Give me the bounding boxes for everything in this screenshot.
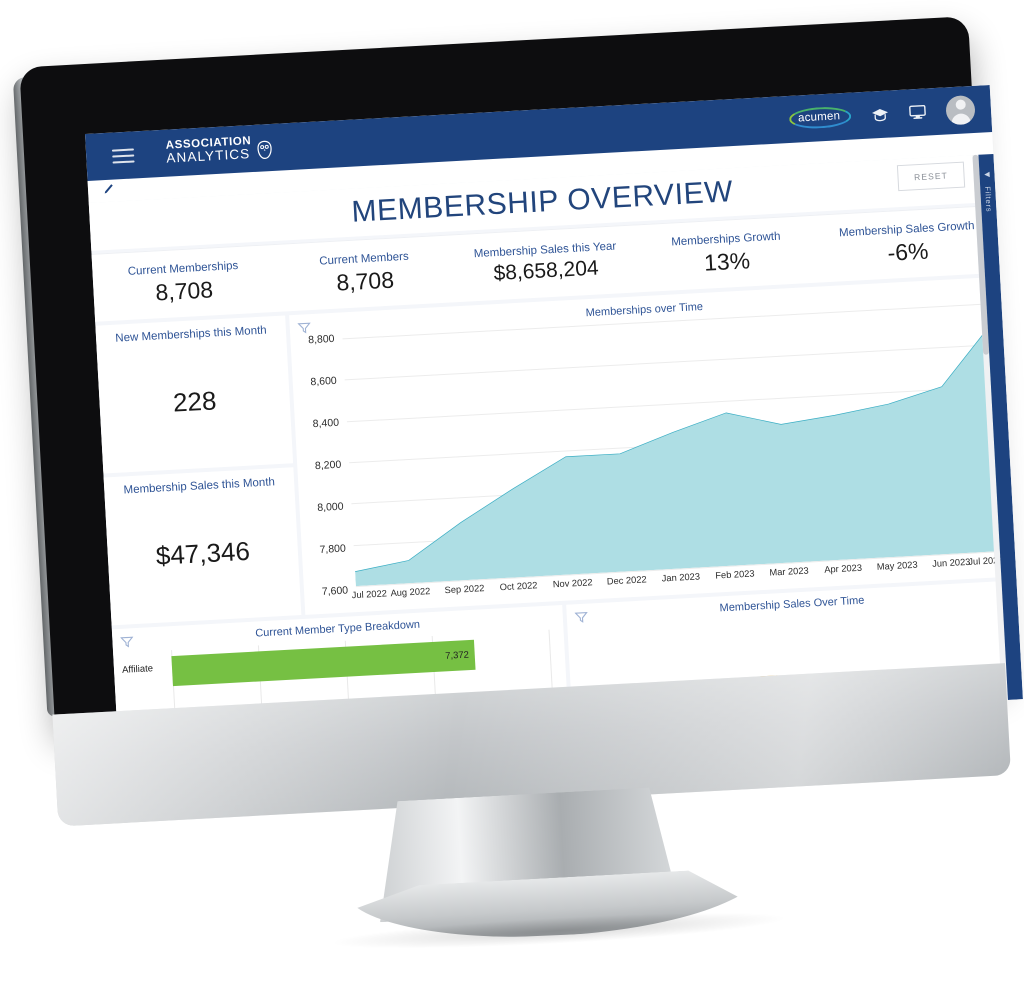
kpi-value: 8,708: [154, 275, 214, 305]
acumen-label: acumen: [797, 110, 841, 125]
owl-logo-icon: [256, 140, 272, 160]
x-tick-label: Apr 2023: [824, 562, 863, 575]
monitor-mockup: ASSOCIATION ANALYTICS acumen MEMBERSHIP …: [0, 0, 1024, 994]
kpi-value: 8,708: [335, 266, 395, 296]
x-tick-label: Nov 2022: [552, 577, 593, 590]
kpi-card-sales-growth[interactable]: Membership Sales Growth -6%: [815, 206, 1000, 283]
topbar-actions: acumen: [788, 94, 976, 134]
panel-new-memberships-this-month[interactable]: New Memberships this Month 228: [95, 315, 294, 474]
bar-value-label: 7,372: [444, 649, 470, 662]
x-tick-label: Dec 2022: [606, 574, 647, 587]
reset-button[interactable]: RESET: [896, 161, 966, 192]
area-series: [342, 303, 1005, 587]
kpi-label: Memberships Growth: [670, 230, 781, 248]
x-tick-label: Aug 2022: [390, 586, 431, 599]
hamburger-icon[interactable]: [111, 147, 135, 164]
kpi-value: -6%: [886, 237, 930, 266]
kpi-card-current-memberships[interactable]: Current Memberships 8,708: [92, 245, 277, 322]
panel-membership-sales-this-month[interactable]: Membership Sales this Month $47,346: [103, 467, 302, 626]
monitor-icon[interactable]: [909, 104, 927, 121]
x-tick-label: Jun 2023: [931, 556, 971, 569]
table-row[interactable]: 7,372: [171, 636, 551, 687]
monitor-screen: ASSOCIATION ANALYTICS acumen MEMBERSHIP …: [85, 85, 1023, 749]
dashboard-body: MEMBERSHIP OVERVIEW RESET Current Member…: [88, 153, 1023, 749]
pencil-icon[interactable]: [101, 181, 117, 201]
brand-logo[interactable]: ASSOCIATION ANALYTICS: [165, 135, 272, 166]
y-tick-label: 7,800: [319, 542, 347, 556]
dashboard-middle-row: New Memberships this Month 228 Membershi…: [95, 276, 1017, 626]
y-tick-label: 8,400: [312, 416, 340, 431]
kpi-value: 13%: [703, 246, 751, 276]
graduation-cap-icon[interactable]: [871, 107, 890, 122]
kpi-card-memberships-growth[interactable]: Memberships Growth 13%: [634, 216, 819, 293]
chart-memberships-over-time[interactable]: Memberships over Time 7,600 7,800 8,000 8,2…: [289, 276, 1017, 615]
funnel-icon[interactable]: [120, 634, 134, 653]
kpi-label: Current Memberships: [127, 259, 239, 278]
x-tick-label: Feb 2023: [715, 568, 755, 581]
user-avatar[interactable]: [945, 94, 976, 126]
filters-label: Filters: [983, 186, 994, 213]
y-tick-label: 8,800: [307, 332, 335, 347]
y-tick-label: 8,600: [310, 374, 338, 389]
area-plot: [342, 303, 1005, 588]
x-tick-label: Jan 2023: [661, 571, 701, 584]
brand-line-2: ANALYTICS: [166, 146, 251, 167]
funnel-icon[interactable]: [574, 610, 588, 629]
bar-category-label: Affiliate: [121, 663, 154, 676]
monitor-bezel: ASSOCIATION ANALYTICS acumen MEMBERSHIP …: [19, 16, 1023, 749]
kpi-card-current-members[interactable]: Current Members 8,708: [272, 235, 457, 312]
y-tick-label: 8,000: [316, 500, 344, 515]
screenshot-canvas: ASSOCIATION ANALYTICS acumen MEMBERSHIP …: [0, 0, 1024, 994]
bar-affiliate[interactable]: 7,372: [171, 639, 476, 687]
x-tick-label: May 2023: [876, 559, 918, 572]
y-axis-labels: 7,600 7,800 8,000 8,200 8,400 8,600 8,800: [290, 332, 352, 598]
chevron-left-icon: ◀: [984, 171, 990, 179]
y-tick-label: 7,600: [321, 584, 349, 598]
y-tick-label: 8,200: [314, 458, 342, 473]
x-tick-label: Mar 2023: [769, 565, 809, 578]
kpi-label: Current Members: [318, 250, 409, 268]
left-kpi-column: New Memberships this Month 228 Membershi…: [95, 315, 302, 626]
x-tick-label: Jul 2022: [351, 588, 388, 601]
kpi-card-sales-this-year[interactable]: Membership Sales this Year $8,658,204: [453, 225, 638, 302]
x-tick-label: Sep 2022: [444, 583, 485, 596]
kpi-value: $8,658,204: [492, 256, 600, 286]
x-tick-label: Oct 2022: [499, 580, 538, 593]
acumen-logo[interactable]: acumen: [788, 105, 852, 130]
panel-value: $47,346: [155, 535, 251, 571]
kpi-label: Membership Sales Growth: [838, 219, 975, 239]
panel-value: 228: [172, 384, 218, 418]
